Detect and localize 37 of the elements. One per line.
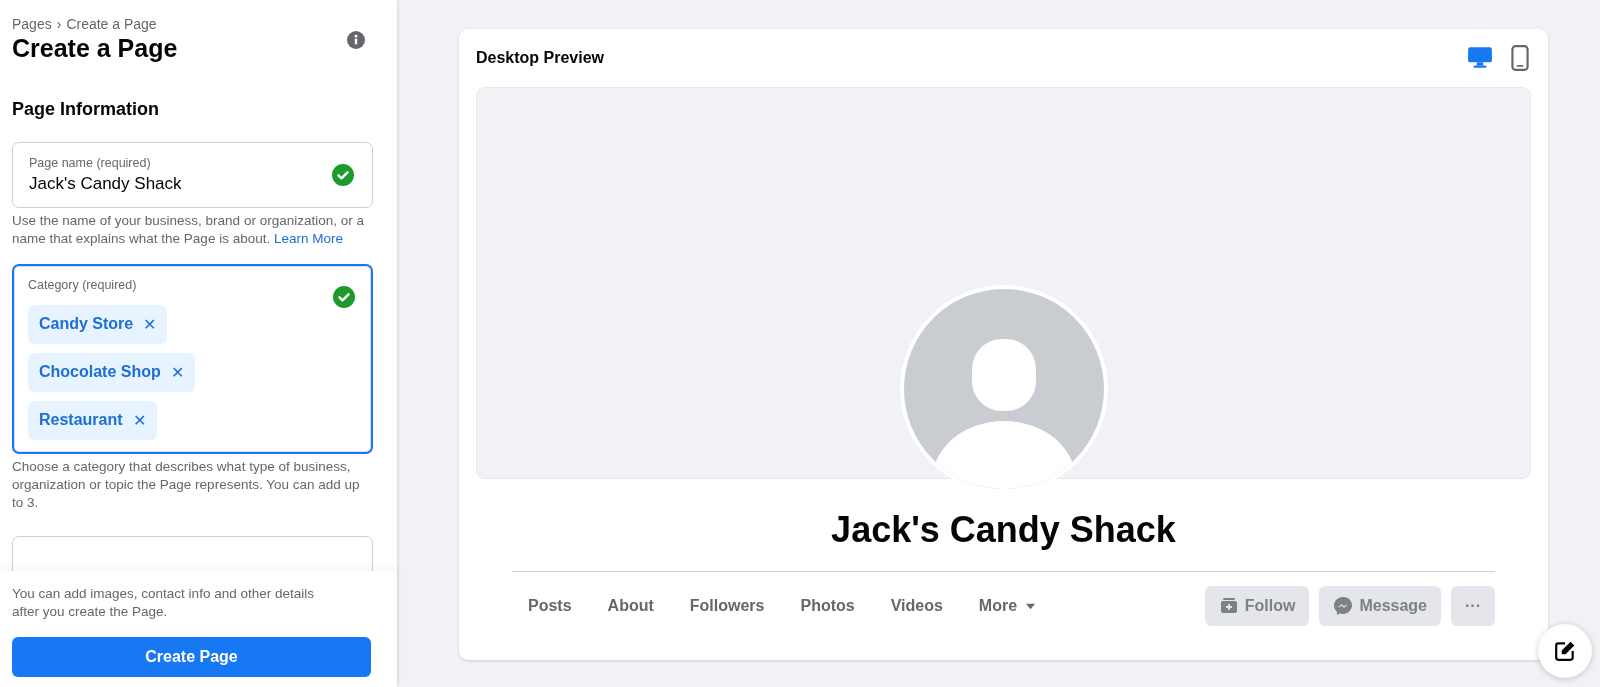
help-text: Choose a category that describes what type of business, organization or topic the Page represents. You can add up to 3. [12,458,361,512]
field-value: Jack's Candy Shack [29,174,182,194]
add-card-icon [1218,596,1239,616]
field-label: Page name (required) [29,156,151,170]
preview-title: Desktop Preview [476,49,605,67]
category-tag[interactable]: Restaurant ✕ [28,401,157,440]
breadcrumb-link[interactable]: Pages [12,16,52,32]
category-tag[interactable]: Chocolate Shop ✕ [28,353,195,392]
learn-more-link[interactable]: Learn More [273,231,343,246]
edit-icon [1554,640,1576,662]
create-page-button[interactable]: Create Page [12,637,371,677]
page-tab[interactable]: About [589,587,672,625]
messenger-icon [1333,596,1354,616]
page-tab[interactable]: Followers [671,587,783,625]
desktop-icon[interactable] [1467,45,1493,71]
tag-label: Chocolate Shop [39,363,161,382]
page-tab[interactable]: More [960,587,1055,625]
remove-button[interactable]: ✕ [132,411,146,430]
page-tab[interactable]: Photos [782,587,873,625]
page-tab[interactable]: Videos [872,587,961,625]
page-name: Jack's Candy Shack [512,509,1495,572]
help-text: Use the name of your business, brand or organization, or a name that explains what the Page is about. Learn More [12,212,365,248]
footer-text: You can add images, contact info and other details after you create the Page. [12,585,315,621]
section-heading: Page Information [12,99,160,120]
page-title: Create a Page [12,34,178,63]
tag-label: Restaurant [39,411,123,430]
tag-input-field[interactable]: Category (required) Candy Store ✕ Chocolate Shop ✕ Restaurant ✕ [12,264,373,454]
remove-button[interactable]: ✕ [143,315,157,334]
field-label: Category (required) [28,278,137,292]
info-icon[interactable] [347,31,365,49]
breadcrumb-separator: › [56,16,62,32]
remove-button[interactable]: ✕ [170,363,184,382]
breadcrumb-link[interactable]: Create a Page [66,16,157,32]
tag-label: Candy Store [39,315,134,334]
page-tab[interactable]: Posts [512,587,590,625]
category-tag[interactable]: Candy Store ✕ [28,305,168,344]
input-field[interactable]: Page name (required) Jack's Candy Shack [12,142,373,208]
